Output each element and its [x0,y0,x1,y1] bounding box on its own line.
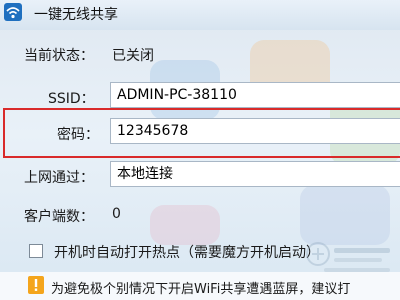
ssid-input[interactable] [110,82,400,108]
wifi-share-window: 一键无线共享 当前状态： 已关闭 SSID： 密码： 上网通过： 本地连接 客户… [0,0,400,300]
connection-label: 上网通过： [24,170,94,186]
password-input[interactable] [110,118,400,144]
status-value: 已关闭 [112,48,154,64]
background-tile [150,205,220,245]
window-title: 一键无线共享 [34,7,118,23]
clients-label: 客户端数： [24,209,94,225]
autostart-label[interactable]: 开机时自动打开热点（需要魔方开机启动） [54,242,320,262]
status-label: 当前状态： [24,48,94,64]
pconline-watermark-logo [306,242,390,272]
background-tile [300,185,390,245]
autostart-checkbox[interactable] [29,244,43,258]
ssid-label: SSID： [48,91,95,107]
clients-count: 0 [112,206,121,222]
password-label: 密码： [57,127,99,143]
wifi-share-icon [4,3,22,21]
warning-icon [28,276,44,294]
connection-select[interactable]: 本地连接 [110,161,400,187]
notice-text: 为避免极个别情况下开启WiFi共享遭遇蓝屏，建议打 [51,282,351,297]
title-bar: 一键无线共享 [0,0,400,30]
